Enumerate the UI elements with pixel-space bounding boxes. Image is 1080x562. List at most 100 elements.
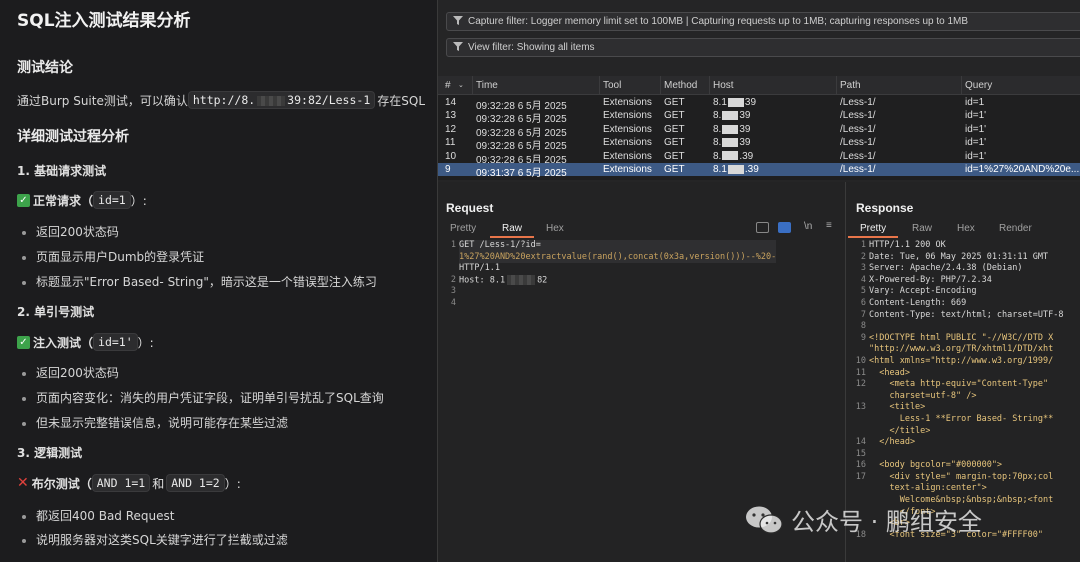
cell-path: /Less-1/ [840, 150, 876, 162]
tab-render[interactable]: Render [999, 223, 1032, 234]
tab-raw[interactable]: Raw [489, 223, 535, 238]
line-number: 15 [855, 448, 866, 459]
cell-method: GET [664, 110, 685, 122]
view-filter-bar[interactable]: View filter: Showing all items [446, 38, 1080, 57]
code-line: </title> [869, 425, 931, 436]
cell-num: 11 [445, 137, 456, 149]
line-number: 5 [860, 286, 866, 297]
col-time[interactable]: Time [476, 80, 498, 91]
list-item: 返回200状态码 [22, 364, 119, 381]
host-part-b: 82 [537, 275, 548, 286]
code-line: Content-Length: 669 [869, 297, 967, 308]
conclusion-paragraph: 通过Burp Suite测试，可以确认 http://8. 39:82/Less-… [17, 91, 425, 109]
list-item: 页面显示用户Dumb的登录凭证 [22, 248, 204, 265]
cell-num: 14 [445, 97, 457, 108]
cell-host: 8. 39 [713, 110, 833, 121]
case-suffix: ）: [137, 335, 154, 350]
section-heading: 1. 基础请求测试 [17, 164, 107, 178]
cell-query: id=1' [965, 137, 987, 149]
cell-tool: Extensions [603, 97, 652, 108]
line-number: 12 [855, 379, 866, 390]
cell-method: GET [664, 150, 685, 162]
request-gutter: 1 234 [438, 240, 456, 310]
tab-pretty[interactable]: Pretty [847, 223, 899, 238]
tab-hex[interactable]: Hex [546, 223, 564, 234]
table-row[interactable]: 12 09:32:28 6 5月 2025 Extensions GET 8. 39/Le… [438, 123, 1080, 139]
menu-icon[interactable]: ≡ [826, 220, 832, 231]
tab-hex[interactable]: Hex [957, 223, 975, 234]
line-number: 1 [860, 240, 866, 250]
line-number: 16 [855, 460, 866, 471]
table-row[interactable]: 9 09:31:37 6 5月 2025 Extensions GET 8.1 .39/L… [438, 163, 1080, 179]
section-heading: 2. 单引号测试 [17, 305, 95, 319]
host-part-b: 39 [739, 137, 751, 149]
cell-method: GET [664, 164, 685, 175]
table-row[interactable]: 10 09:32:28 6 5月 2025 Extensions GET 8. .39/L… [438, 150, 1080, 166]
code-line: Less-1 **Error Based- String** [869, 413, 1054, 424]
col-method[interactable]: Method [664, 80, 697, 91]
sort-icon: ⌄ [458, 82, 464, 89]
cell-host: 8. 39 [713, 124, 833, 135]
table-header: # ⌄ Time Tool Method Host Path Query [438, 76, 1080, 95]
request-title: Request [446, 201, 494, 215]
conclusion-url: http://8. 39:82/Less-1 [187, 91, 376, 109]
page-title: SQL注入测试结果分析 [17, 11, 191, 31]
host-part-a: 8. [713, 123, 722, 135]
capture-filter-text: Capture filter: Logger memory limit set … [468, 16, 969, 27]
code-line: <div style=" margin-top:70px;col [869, 471, 1054, 482]
list-item: 页面内容变化：消失的用户凭证字段，证明单引号扰乱了SQL查询 [22, 389, 384, 406]
cell-tool: Extensions [603, 150, 652, 162]
col-num[interactable]: # [445, 80, 451, 91]
redaction-mask [722, 111, 739, 121]
capture-filter-bar[interactable]: Capture filter: Logger memory limit set … [446, 12, 1080, 31]
line-number [848, 426, 866, 438]
host-part-b: 39 [739, 110, 751, 122]
table-row[interactable]: 13 09:32:28 6 5月 2025 Extensions GET 8. 39/Le… [438, 109, 1080, 125]
code-line: text-align:center"> [869, 483, 987, 494]
request-body[interactable]: GET /Less-1/?id= 1%27%20AND%20extractvalu… [459, 240, 777, 310]
line-number: 17 [855, 471, 866, 482]
col-query[interactable]: Query [965, 80, 992, 91]
case-code: id=1' [93, 333, 138, 351]
newline-toggle[interactable]: \n [804, 221, 812, 232]
table-row[interactable]: 11 09:32:28 6 5月 2025 Extensions GET 8. 39/Le… [438, 136, 1080, 152]
test-case-line: ✓ 注入测试（ id=1' ）: [17, 333, 154, 351]
line-number: 2 [450, 274, 456, 285]
list-item: 但未显示完整错误信息，说明可能存在某些过滤 [22, 414, 288, 431]
conclusion-post: 存在SQL [377, 93, 426, 108]
code-line: "http://www.w3.org/TR/xhtml1/DTD/xht [869, 344, 1054, 355]
tab-raw[interactable]: Raw [912, 223, 932, 234]
line-number [848, 344, 866, 356]
conclusion-heading: 测试结论 [17, 60, 73, 76]
table-row[interactable]: 14 09:32:28 6 5月 2025 Extensions GET 8.1 39/L… [438, 96, 1080, 112]
cell-path: /Less-1/ [840, 97, 876, 108]
response-title: Response [856, 201, 914, 215]
line-number: 9 [860, 332, 866, 343]
tab-pretty[interactable]: Pretty [450, 223, 476, 234]
col-path[interactable]: Path [840, 80, 861, 91]
host-part-a: 8.1 [713, 164, 727, 175]
response-body[interactable]: HTTP/1.1 200 OK Date: Tue, 06 May 2025 01… [869, 240, 1063, 541]
conclusion-pre: 通过Burp Suite测试，可以确认 [17, 93, 188, 108]
line-number: 1 [450, 240, 456, 250]
line-number: 4 [860, 274, 866, 285]
line-number: 4 [450, 297, 456, 308]
col-host[interactable]: Host [713, 80, 734, 91]
case-code: id=1 [93, 191, 131, 209]
cell-path: /Less-1/ [840, 110, 876, 122]
code-line: GET /Less-1/?id= [459, 240, 777, 252]
burp-logger-panel: Capture filter: Logger memory limit set … [437, 0, 1080, 562]
line-number: 3 [860, 263, 866, 274]
cell-host: 8.1 39 [713, 97, 833, 108]
host-part-b: .39 [739, 150, 754, 162]
hide-icon[interactable] [756, 222, 769, 233]
list-item: 说明服务器对这类SQL关键字进行了拦截或过滤 [22, 531, 288, 548]
col-tool[interactable]: Tool [603, 80, 621, 91]
url-part-b: 39:82/Less-1 [287, 93, 371, 107]
section-heading: 3. 逻辑测试 [17, 446, 83, 460]
cell-host: 8. .39 [713, 151, 833, 162]
line-number: 7 [860, 309, 866, 320]
wechat-icon [746, 506, 783, 534]
host-part-a: 8. [713, 137, 722, 149]
wrap-icon[interactable] [778, 222, 791, 233]
